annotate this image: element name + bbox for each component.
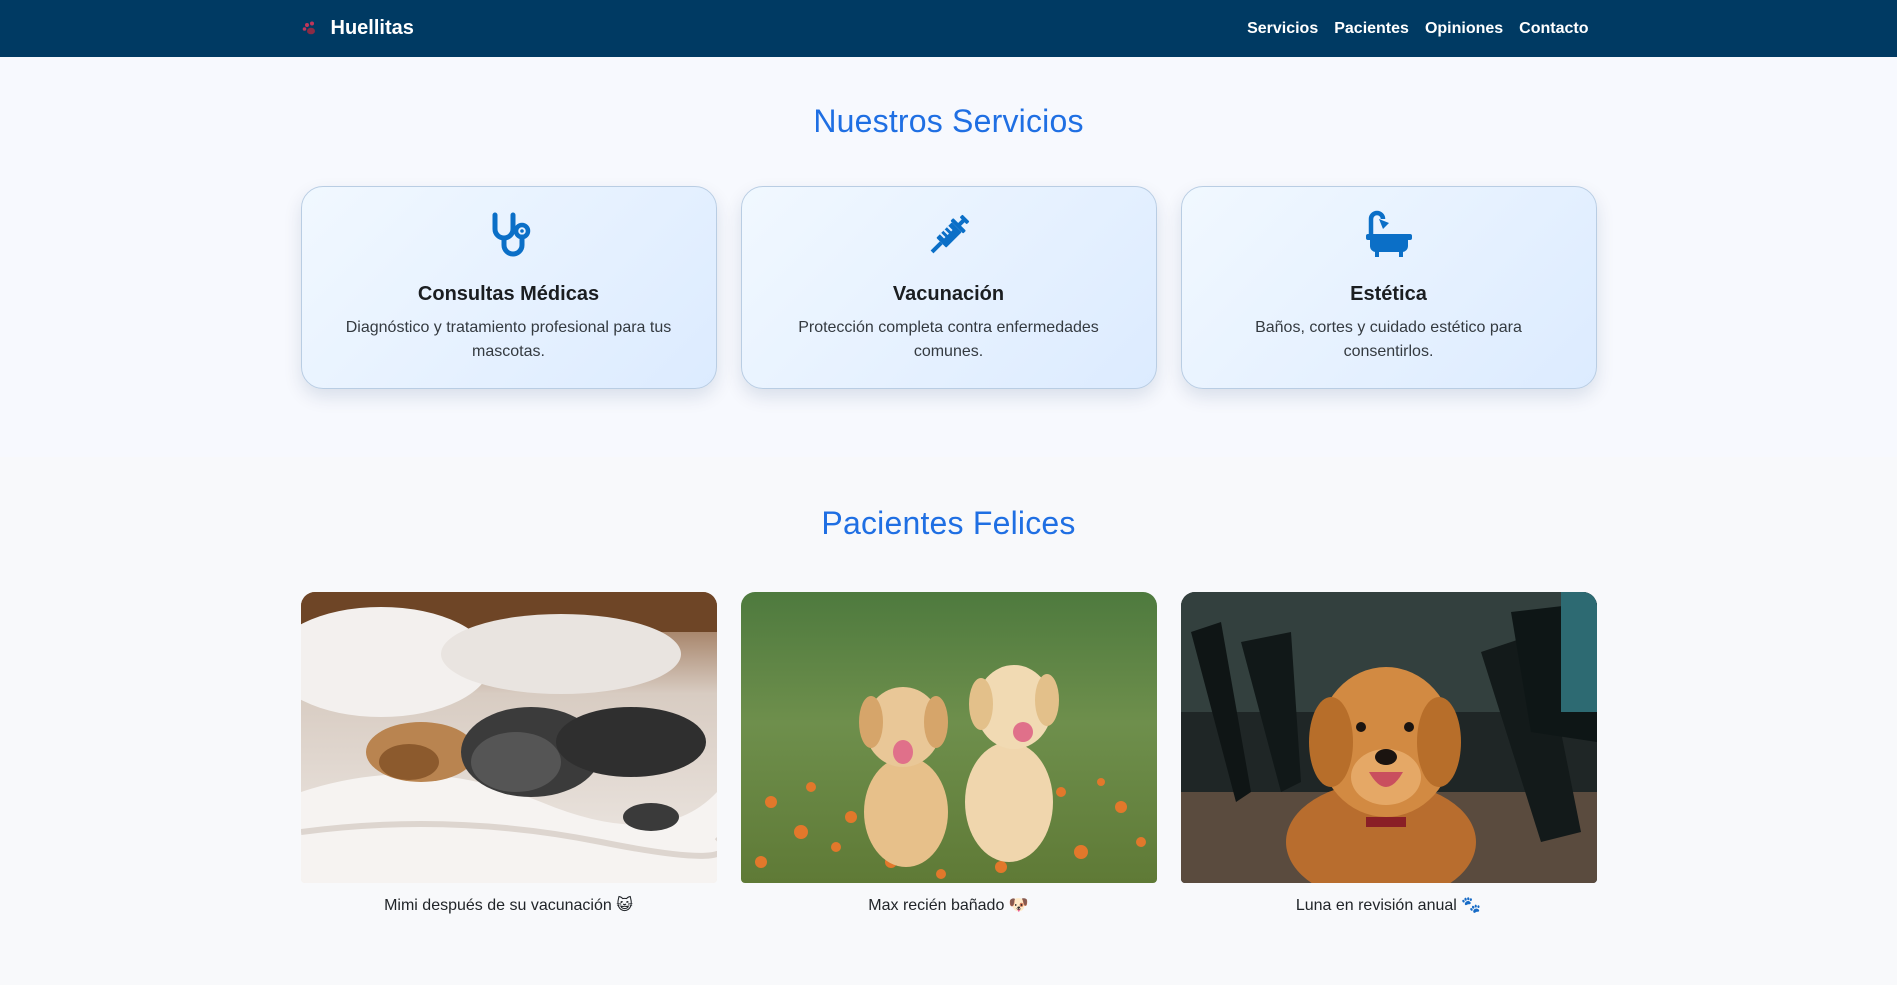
patient-photo [740, 592, 1157, 883]
nav-link-opiniones[interactable]: Opiniones [1425, 20, 1503, 38]
navbar-inner: Huellitas Servicios Pacientes Opiniones … [301, 17, 1597, 40]
services-section: Nuestros Servicios Consultas Médicas Dia… [0, 57, 1897, 457]
patients-gallery: Mimi después de su vacunación 😺 Max reci… [300, 592, 1597, 915]
patient-card-mimi: Mimi después de su vacunación 😺 [300, 592, 717, 915]
services-cards: Consultas Médicas Diagnóstico y tratamie… [300, 186, 1597, 389]
patient-photo [1180, 592, 1597, 883]
nav-link-servicios[interactable]: Servicios [1247, 20, 1318, 38]
patient-card-max: Max recién bañado 🐶 [740, 592, 1157, 915]
service-card-description: Baños, cortes y cuidado estético para co… [1255, 319, 1522, 360]
service-card-description: Diagnóstico y tratamiento profesional pa… [345, 319, 672, 360]
service-card-vacunacion: Vacunación Protección completa contra en… [740, 186, 1157, 389]
patient-caption: Luna en revisión anual 🐾 [1295, 897, 1482, 914]
brand-name: Huellitas [330, 17, 414, 39]
services-title: Nuestros Servicios [813, 103, 1084, 139]
service-card-title: Vacunación [892, 283, 1005, 305]
service-card-title: Estética [1350, 283, 1427, 305]
nav-link-contacto[interactable]: Contacto [1519, 20, 1588, 38]
patients-section: Pacientes Felices Mimi después de su vac… [0, 457, 1897, 985]
service-card-estetica: Estética Baños, cortes y cuidado estétic… [1180, 186, 1597, 389]
service-card-description: Protección completa contra enfermedades … [798, 319, 1099, 360]
syringe-icon [770, 209, 1128, 261]
navbar: Huellitas Servicios Pacientes Opiniones … [0, 0, 1897, 57]
brand-link[interactable]: Huellitas [301, 17, 414, 40]
service-card-consultas: Consultas Médicas Diagnóstico y tratamie… [300, 186, 717, 389]
bath-icon [1210, 209, 1568, 261]
patient-photo [300, 592, 717, 883]
service-card-title: Consultas Médicas [417, 283, 600, 305]
patients-title: Pacientes Felices [821, 505, 1076, 541]
nav-link-pacientes[interactable]: Pacientes [1334, 20, 1409, 38]
nav-links: Servicios Pacientes Opiniones Contacto [1247, 20, 1588, 38]
patient-caption: Mimi después de su vacunación 😺 [384, 897, 633, 914]
stethoscope-icon [330, 209, 688, 261]
paw-icon [301, 19, 321, 39]
patient-card-luna: Luna en revisión anual 🐾 [1180, 592, 1597, 915]
patient-caption: Max recién bañado 🐶 [868, 897, 1029, 914]
